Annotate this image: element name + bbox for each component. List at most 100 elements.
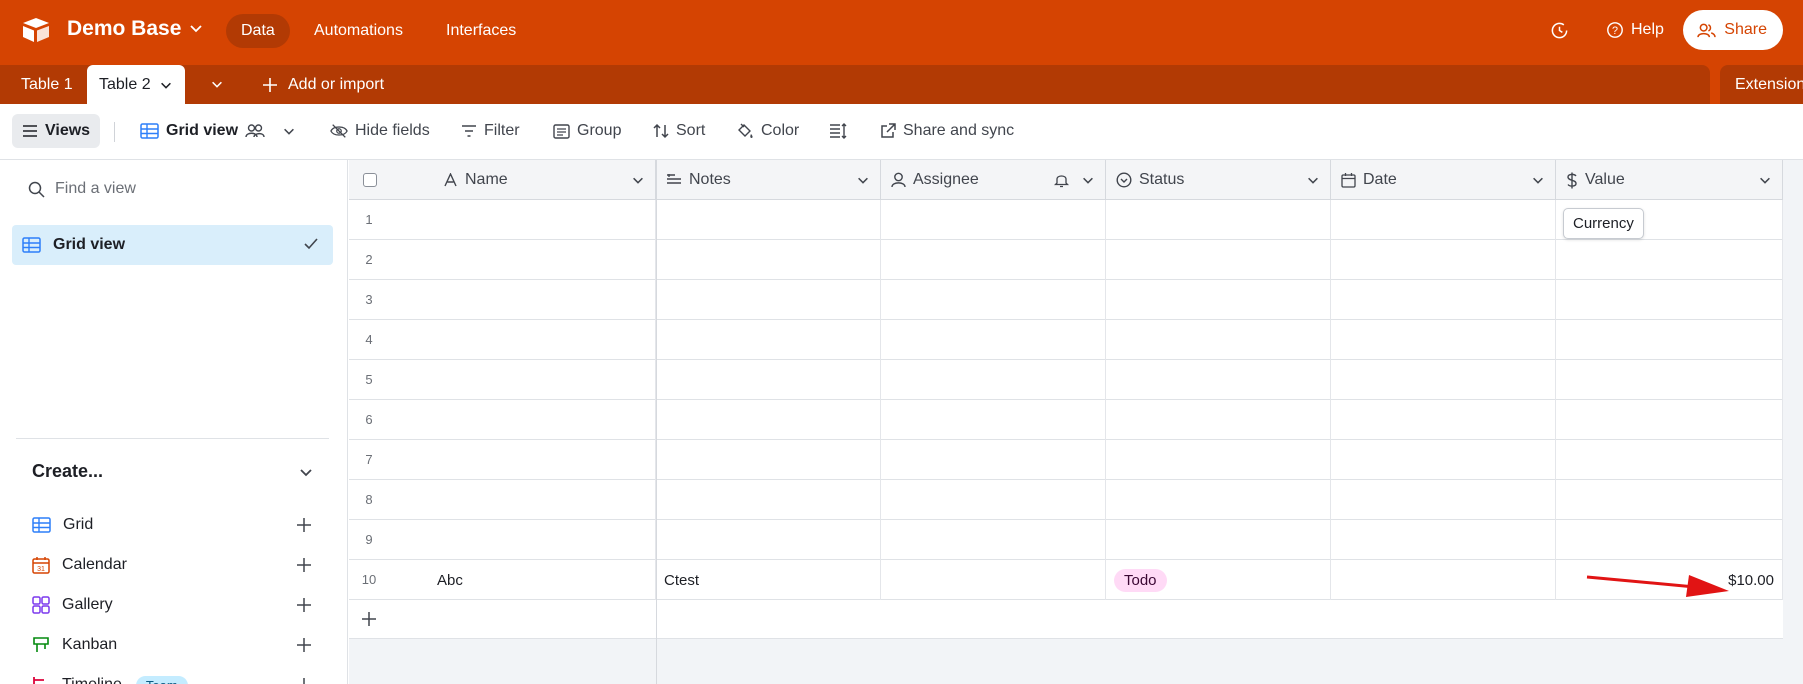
- table-cell-notes[interactable]: [656, 360, 881, 400]
- table-cell-date[interactable]: [1331, 280, 1556, 320]
- table-cell-notes[interactable]: [656, 320, 881, 360]
- table-cell-assignee[interactable]: [881, 400, 1106, 440]
- chevron-down-icon[interactable]: [282, 124, 296, 138]
- table-cell-date[interactable]: [1331, 400, 1556, 440]
- table-row[interactable]: 4: [349, 320, 1783, 360]
- table-cell-value[interactable]: [1556, 320, 1783, 360]
- table-cell-assignee[interactable]: [881, 520, 1106, 560]
- color-button[interactable]: Color: [736, 114, 799, 148]
- column-header-date[interactable]: Date: [1331, 160, 1556, 200]
- table-row[interactable]: 8: [349, 480, 1783, 520]
- nav-automations[interactable]: Automations: [299, 14, 418, 48]
- table-cell-status[interactable]: [1106, 480, 1331, 520]
- find-view-search[interactable]: Find a view: [28, 180, 136, 198]
- table-cell-assignee[interactable]: [881, 360, 1106, 400]
- table-cell-value[interactable]: [1556, 440, 1783, 480]
- table-cell-status[interactable]: [1106, 240, 1331, 280]
- column-header-assignee[interactable]: Assignee: [881, 160, 1106, 200]
- base-logo-icon[interactable]: [21, 17, 51, 43]
- column-header-notes[interactable]: Notes: [656, 160, 881, 200]
- table-cell-notes[interactable]: [656, 240, 881, 280]
- table-cell-name[interactable]: 8: [349, 480, 656, 520]
- create-timeline-view[interactable]: Timeline Team: [32, 673, 312, 684]
- table-cell-name[interactable]: 2: [349, 240, 656, 280]
- table-row[interactable]: 7: [349, 440, 1783, 480]
- table-cell-value[interactable]: [1556, 520, 1783, 560]
- create-grid-view[interactable]: Grid: [32, 513, 312, 537]
- table-cell-date[interactable]: [1331, 560, 1556, 600]
- table-cell-date[interactable]: [1331, 520, 1556, 560]
- table-cell-name[interactable]: 4: [349, 320, 656, 360]
- extensions-tab[interactable]: Extensions: [1720, 65, 1803, 104]
- chevron-down-icon[interactable]: [298, 464, 314, 480]
- table-cell-name[interactable]: 5: [349, 360, 656, 400]
- table-row[interactable]: 10 Abc Ctest Todo $10.00: [349, 560, 1783, 600]
- table-cell-notes[interactable]: [656, 280, 881, 320]
- tab-table-1[interactable]: Table 1: [9, 65, 85, 104]
- table-cell-date[interactable]: [1331, 480, 1556, 520]
- chevron-down-icon[interactable]: [188, 20, 204, 36]
- table-cell-status[interactable]: [1106, 320, 1331, 360]
- help-button[interactable]: ? Help: [1606, 10, 1664, 50]
- views-toggle-button[interactable]: Views: [12, 114, 101, 148]
- plus-icon[interactable]: [361, 611, 377, 627]
- table-cell-assignee[interactable]: [881, 200, 1106, 240]
- plus-icon[interactable]: [296, 597, 312, 613]
- table-cell-status[interactable]: [1106, 360, 1331, 400]
- table-cell-notes[interactable]: [656, 480, 881, 520]
- column-header-name[interactable]: Name: [349, 160, 656, 200]
- table-cell-notes[interactable]: [656, 520, 881, 560]
- column-header-value[interactable]: Value: [1556, 160, 1783, 200]
- table-cell-date[interactable]: [1331, 360, 1556, 400]
- plus-icon[interactable]: [296, 517, 312, 533]
- nav-interfaces[interactable]: Interfaces: [431, 14, 531, 48]
- table-cell-status[interactable]: Todo: [1106, 560, 1331, 600]
- hide-fields-button[interactable]: Hide fields: [330, 114, 430, 148]
- table-cell-name[interactable]: 1: [349, 200, 656, 240]
- share-and-sync-button[interactable]: Share and sync: [880, 114, 1014, 148]
- table-cell-name[interactable]: 10 Abc: [349, 560, 656, 600]
- table-cell-status[interactable]: [1106, 440, 1331, 480]
- group-button[interactable]: Group: [553, 114, 621, 148]
- table-cell-status[interactable]: [1106, 400, 1331, 440]
- create-kanban-view[interactable]: Kanban: [32, 633, 312, 657]
- table-cell-date[interactable]: [1331, 440, 1556, 480]
- chevron-down-icon[interactable]: [159, 78, 173, 92]
- table-cell-name[interactable]: 6: [349, 400, 656, 440]
- table-cell-name[interactable]: 9: [349, 520, 656, 560]
- plus-icon[interactable]: [296, 637, 312, 653]
- table-cell-notes[interactable]: Ctest: [656, 560, 881, 600]
- table-cell-status[interactable]: [1106, 520, 1331, 560]
- create-view-heading[interactable]: Create...: [32, 461, 103, 482]
- table-row[interactable]: 9: [349, 520, 1783, 560]
- chevron-down-icon[interactable]: [1081, 173, 1095, 187]
- table-cell-notes[interactable]: [656, 400, 881, 440]
- sidebar-item-grid-view[interactable]: Grid view: [12, 225, 333, 265]
- add-or-import-button[interactable]: Add or import: [250, 65, 396, 104]
- table-cell-value[interactable]: [1556, 480, 1783, 520]
- table-cell-date[interactable]: [1331, 240, 1556, 280]
- view-switcher[interactable]: Grid view: [140, 114, 296, 148]
- chevron-down-icon[interactable]: [1758, 173, 1772, 187]
- table-cell-value[interactable]: [1556, 400, 1783, 440]
- row-height-button[interactable]: [829, 114, 847, 148]
- history-button[interactable]: [1550, 10, 1569, 50]
- chevron-down-icon[interactable]: [631, 173, 645, 187]
- nav-data[interactable]: Data: [226, 14, 290, 48]
- table-cell-value[interactable]: [1556, 280, 1783, 320]
- table-cell-assignee[interactable]: [881, 560, 1106, 600]
- more-tables-chevron-icon[interactable]: [210, 77, 224, 91]
- table-cell-status[interactable]: [1106, 280, 1331, 320]
- table-cell-name[interactable]: 3: [349, 280, 656, 320]
- table-cell-assignee[interactable]: [881, 440, 1106, 480]
- table-cell-date[interactable]: [1331, 320, 1556, 360]
- table-cell-name[interactable]: 7: [349, 440, 656, 480]
- add-record-row[interactable]: [349, 600, 1783, 639]
- filter-button[interactable]: Filter: [461, 114, 520, 148]
- table-cell-date[interactable]: [1331, 200, 1556, 240]
- plus-icon[interactable]: [296, 557, 312, 573]
- create-gallery-view[interactable]: Gallery: [32, 593, 312, 617]
- table-row[interactable]: 6: [349, 400, 1783, 440]
- chevron-down-icon[interactable]: [1531, 173, 1545, 187]
- chevron-down-icon[interactable]: [856, 173, 870, 187]
